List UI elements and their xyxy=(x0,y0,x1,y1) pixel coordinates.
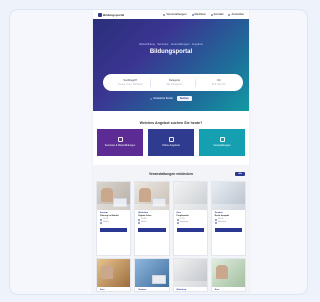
section-heading: Welches Angebot suchen Sie heute? xyxy=(139,121,203,125)
search-field-category[interactable]: Kategorie Alle Kategorien xyxy=(151,79,194,86)
logo-icon xyxy=(98,12,102,17)
nav-item-anmelden[interactable]: Anmelden xyxy=(228,13,244,16)
book-icon xyxy=(117,137,123,143)
nav-item-merkliste[interactable]: Merkliste xyxy=(191,13,206,16)
nav-links: Veranstaltungen Merkliste Kontakt Anmeld… xyxy=(163,13,244,16)
bookmark-icon xyxy=(191,13,194,16)
logo[interactable]: Bildungsportal xyxy=(98,12,125,17)
page-title: Bildungsportal xyxy=(149,49,193,55)
event-image xyxy=(97,182,131,210)
nav-item-kontakt[interactable]: Kontakt xyxy=(210,13,223,16)
details-button[interactable] xyxy=(100,228,128,232)
event-image xyxy=(135,182,169,210)
calendar-icon xyxy=(138,218,141,221)
breadcrumb: Weiterbildung · Seminare · Veranstaltung… xyxy=(139,43,203,46)
calendar-icon xyxy=(219,137,225,143)
event-card[interactable]: Seminar xyxy=(134,258,170,292)
browser-frame: Bildungsportal Veranstaltungen Merkliste… xyxy=(9,9,308,295)
event-card[interactable]: Kurs xyxy=(210,258,246,292)
event-grid: Seminar Führung im Wandel 12.03. Online … xyxy=(96,181,246,256)
calendar-icon xyxy=(163,13,166,16)
event-grid-row-2: Kurs Seminar Workshop Kurs xyxy=(96,258,246,292)
location-icon xyxy=(176,221,179,224)
details-button[interactable] xyxy=(214,228,242,232)
advanced-search-link[interactable]: Erweiterte Suche xyxy=(150,96,173,101)
search-button[interactable]: Suchen xyxy=(176,96,192,101)
calendar-icon xyxy=(176,218,179,221)
calendar-icon xyxy=(214,218,217,221)
hero: Weiterbildung · Seminare · Veranstaltung… xyxy=(93,19,249,111)
event-card[interactable]: Kurs xyxy=(96,258,132,292)
tile-seminare[interactable]: Seminare & Weiterbildungen xyxy=(97,129,143,156)
mail-icon xyxy=(210,13,213,16)
category-tiles: Seminare & Weiterbildungen Online-Angebo… xyxy=(93,129,249,156)
location-icon xyxy=(138,221,141,224)
location-icon xyxy=(214,221,217,224)
events-heading: Veranstaltungen entdecken Alle xyxy=(96,169,246,179)
search-field-keyword[interactable]: Suchbegriff Thema, Kurs, Stichwort xyxy=(107,79,150,86)
top-nav: Bildungsportal Veranstaltungen Merkliste… xyxy=(93,10,249,19)
logo-text: Bildungsportal xyxy=(103,12,125,17)
event-image xyxy=(97,259,131,287)
show-all-button[interactable]: Alle xyxy=(235,172,245,176)
tile-veranstaltungen[interactable]: Veranstaltungen xyxy=(199,129,245,156)
event-card[interactable]: Seminar Führung im Wandel 12.03. Online xyxy=(96,181,132,256)
monitor-icon xyxy=(168,137,174,143)
event-image xyxy=(211,182,245,210)
event-card[interactable]: Kurs Projektarbeit 22.03. Hamburg xyxy=(172,181,208,256)
events-section: Veranstaltungen entdecken Alle Seminar F… xyxy=(93,165,249,294)
details-button[interactable] xyxy=(138,228,166,232)
event-image xyxy=(173,182,207,210)
tile-online[interactable]: Online-Angebote xyxy=(148,129,194,156)
search-field-location[interactable]: Ort PLZ oder Ort xyxy=(196,79,239,86)
event-image xyxy=(211,259,245,287)
filter-icon xyxy=(150,97,153,100)
event-image xyxy=(173,259,207,287)
user-icon xyxy=(228,13,231,16)
nav-item-veranstaltungen[interactable]: Veranstaltungen xyxy=(163,13,187,16)
search-bar: Suchbegriff Thema, Kurs, Stichwort Kateg… xyxy=(103,74,243,91)
event-card[interactable]: Seminar Recht kompakt 29.03. München xyxy=(210,181,246,256)
calendar-icon xyxy=(100,218,102,221)
details-button[interactable] xyxy=(176,228,204,232)
event-card[interactable]: Workshop Digitale Lehre 18.03. Berlin xyxy=(134,181,170,256)
location-icon xyxy=(100,221,102,224)
page: Bildungsportal Veranstaltungen Merkliste… xyxy=(93,10,249,294)
event-card[interactable]: Workshop xyxy=(172,258,208,292)
hero-actions: Erweiterte Suche Suchen xyxy=(93,96,249,101)
event-image xyxy=(135,259,169,287)
